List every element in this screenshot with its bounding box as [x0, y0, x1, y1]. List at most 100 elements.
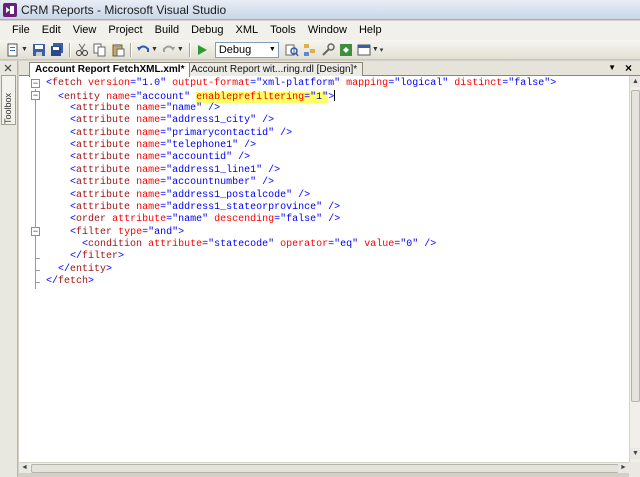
vertical-scroll-thumb[interactable]: [631, 90, 640, 402]
code-token: "primarycontactid": [166, 127, 275, 139]
object-browser-icon: [339, 43, 352, 56]
code-token: "and": [148, 226, 179, 238]
new-project-dropdown[interactable]: ▼: [21, 46, 28, 53]
menu-xml[interactable]: XML: [230, 21, 265, 40]
copy-button[interactable]: [92, 42, 108, 58]
code-token: </: [46, 276, 59, 288]
code-token: descending: [214, 214, 275, 226]
undo-button[interactable]: [135, 42, 151, 58]
tab-report-design[interactable]: Account Report wit...ring.rdl [Design]*: [185, 62, 364, 77]
collapse-filter-icon[interactable]: −: [31, 227, 40, 236]
toolbox-pin-icon[interactable]: [3, 63, 13, 73]
menu-tools[interactable]: Tools: [264, 21, 302, 40]
scroll-down-icon[interactable]: ▼: [630, 448, 640, 459]
save-all-button[interactable]: [49, 42, 65, 58]
menu-view[interactable]: View: [67, 21, 103, 40]
toolbox-tab[interactable]: Toolbox: [1, 75, 16, 125]
code-token: version: [88, 78, 131, 89]
vertical-scrollbar[interactable]: ▲ ▼: [629, 76, 640, 462]
menu-window[interactable]: Window: [302, 21, 353, 40]
toolbar-separator: [68, 42, 70, 57]
scrollbar-corner: [629, 462, 640, 477]
menu-build[interactable]: Build: [149, 21, 185, 40]
code-line[interactable]: <fetch version="1.0" output-format="xml-…: [46, 78, 556, 90]
code-token: "1.0": [136, 78, 167, 89]
code-line[interactable]: <attribute name="telephone1" />: [46, 140, 556, 152]
code-line[interactable]: <attribute name="name" />: [46, 103, 556, 115]
save-button[interactable]: [31, 42, 47, 58]
undo-dropdown[interactable]: ▼: [151, 46, 158, 53]
menu-edit[interactable]: Edit: [36, 21, 67, 40]
paste-button[interactable]: [110, 42, 126, 58]
code-line[interactable]: <order attribute="name" descending="fals…: [46, 214, 556, 226]
paste-icon: [112, 43, 125, 56]
code-token: attribute: [76, 164, 131, 176]
toolbar-overflow-icon[interactable]: ▾: [380, 46, 384, 54]
code-token: attribute: [76, 152, 131, 164]
menu-debug[interactable]: Debug: [185, 21, 229, 40]
code-line[interactable]: <attribute name="accountid" />: [46, 152, 556, 164]
redo-button[interactable]: [161, 42, 177, 58]
window-icon: [357, 44, 371, 55]
code-token: "address1_stateorprovince": [166, 201, 323, 213]
scroll-up-icon[interactable]: ▲: [630, 76, 640, 87]
cut-button[interactable]: [74, 42, 90, 58]
code-line[interactable]: </entity>: [46, 264, 556, 276]
toolbox-tab-label: Toolbox: [3, 92, 13, 124]
xml-editor[interactable]: − − − <fetch version="1.0" output-format…: [19, 76, 629, 462]
solution-configuration-select[interactable]: Debug ▼: [214, 41, 279, 58]
window-title: CRM Reports - Microsoft Visual Studio: [21, 2, 227, 17]
code-token: />: [280, 127, 293, 139]
code-line[interactable]: <attribute name="address1_stateorprovinc…: [46, 202, 556, 214]
code-token: >: [550, 78, 557, 89]
code-token: filter: [82, 251, 119, 263]
collapse-entity-icon[interactable]: −: [31, 91, 40, 100]
close-document-icon[interactable]: ×: [625, 61, 632, 75]
window-dropdown[interactable]: ▼: [372, 46, 379, 53]
code-line[interactable]: <entity name="account" enableprefilterin…: [46, 90, 556, 104]
object-browser-button[interactable]: [338, 42, 354, 58]
find-in-files-button[interactable]: [284, 42, 300, 58]
code-line[interactable]: <condition attribute="statecode" operato…: [46, 239, 556, 251]
menu-help[interactable]: Help: [353, 21, 388, 40]
horizontal-scrollbar[interactable]: ◄ ►: [19, 462, 629, 473]
code-line[interactable]: </fetch>: [46, 276, 556, 288]
outline-end-marker: [35, 282, 40, 283]
code-line[interactable]: <attribute name="address1_line1" />: [46, 165, 556, 177]
code-line[interactable]: <attribute name="address1_city" />: [46, 115, 556, 127]
menu-file[interactable]: File: [6, 21, 36, 40]
pin-icon[interactable]: ▼: [608, 61, 616, 75]
scroll-right-icon[interactable]: ►: [618, 463, 629, 473]
tab-fetchxml[interactable]: Account Report FetchXML.xml*: [29, 62, 191, 77]
code-line[interactable]: <attribute name="primarycontactid" />: [46, 128, 556, 140]
code-token: name: [106, 92, 131, 104]
text-caret: [334, 90, 336, 102]
code-line[interactable]: <attribute name="accountnumber" />: [46, 177, 556, 189]
code-token: order: [76, 214, 107, 226]
code-token: />: [328, 214, 341, 226]
toolbar-separator: [129, 42, 131, 57]
redo-dropdown[interactable]: ▼: [177, 46, 184, 53]
horizontal-scroll-thumb[interactable]: [31, 464, 619, 473]
new-project-button[interactable]: [5, 42, 21, 58]
code-line[interactable]: </filter>: [46, 251, 556, 263]
toolbox-button[interactable]: [356, 42, 372, 58]
code-line[interactable]: <attribute name="address1_postalcode" />: [46, 190, 556, 202]
code-line[interactable]: <filter type="and">: [46, 227, 556, 239]
code-token: distinct: [454, 78, 503, 89]
title-bar: CRM Reports - Microsoft Visual Studio: [0, 0, 640, 20]
scroll-left-icon[interactable]: ◄: [19, 463, 30, 473]
copy-icon: [93, 43, 106, 56]
solution-explorer-button[interactable]: [302, 42, 318, 58]
code-area[interactable]: <fetch version="1.0" output-format="xml-…: [46, 78, 556, 289]
start-debugging-button[interactable]: [194, 42, 210, 58]
code-token: name: [136, 127, 161, 139]
menu-project[interactable]: Project: [102, 21, 148, 40]
properties-button[interactable]: [320, 42, 336, 58]
collapse-fetch-icon[interactable]: −: [31, 79, 40, 88]
